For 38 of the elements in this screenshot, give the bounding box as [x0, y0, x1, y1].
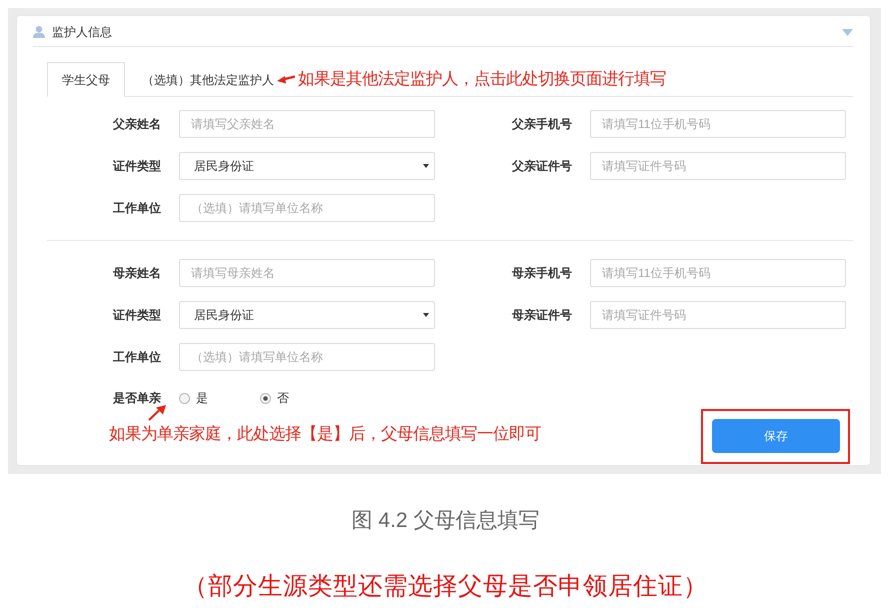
- arrow-icon: [277, 74, 295, 84]
- input-field[interactable]: （选填）请填写单位名称: [179, 194, 435, 222]
- field-label: 父亲证件号: [510, 158, 572, 175]
- input-field[interactable]: 请填写证件号码: [590, 152, 846, 180]
- field-label: 证件类型: [112, 307, 161, 324]
- radio-label: 否: [277, 390, 289, 407]
- caret-icon: [423, 313, 429, 317]
- panel-title: 监护人信息: [52, 24, 112, 41]
- input-field[interactable]: （选填）请填写单位名称: [179, 343, 435, 371]
- field-label: 工作单位: [112, 349, 161, 366]
- field-label: 工作单位: [112, 200, 161, 217]
- radio-button[interactable]: [179, 392, 190, 404]
- user-icon: [33, 26, 45, 38]
- input-field[interactable]: 请填写父亲姓名: [179, 110, 435, 138]
- tab[interactable]: （选填）其他法定监护人: [125, 62, 275, 97]
- radio-button[interactable]: [260, 392, 271, 404]
- caret-icon: [423, 164, 429, 168]
- note-text: （部分生源类型还需选择父母是否申领居住证）: [182, 572, 709, 602]
- annotation-text: 如果为单亲家庭，此处选择【是】后，父母信息填写一位即可: [109, 425, 541, 444]
- figure-caption: 图 4.2 父母信息填写: [350, 508, 540, 534]
- input-field[interactable]: 请填写11位手机号码: [590, 259, 846, 287]
- select-field[interactable]: 居民身份证: [179, 152, 435, 180]
- arrow-icon: [148, 405, 166, 421]
- field-label: 父亲姓名: [112, 116, 161, 133]
- field-label: 母亲证件号: [511, 307, 572, 324]
- field-label: 母亲手机号: [511, 265, 572, 282]
- field-label: 是否单亲: [112, 390, 161, 407]
- input-field[interactable]: 请填写证件号码: [590, 301, 846, 329]
- input-field[interactable]: 请填写母亲姓名: [179, 259, 435, 287]
- radio-label: 是: [196, 390, 208, 407]
- select-field[interactable]: 居民身份证: [179, 301, 435, 329]
- caret-icon[interactable]: [842, 28, 853, 36]
- field-label: 父亲手机号: [510, 116, 572, 133]
- annotation-text: 如果是其他法定监护人，点击此处切换页面进行填写: [298, 70, 666, 88]
- field-label: 母亲姓名: [112, 265, 161, 282]
- tab[interactable]: 学生父母: [47, 62, 125, 97]
- field-label: 证件类型: [112, 158, 161, 175]
- input-field[interactable]: 请填写11位手机号码: [590, 110, 846, 138]
